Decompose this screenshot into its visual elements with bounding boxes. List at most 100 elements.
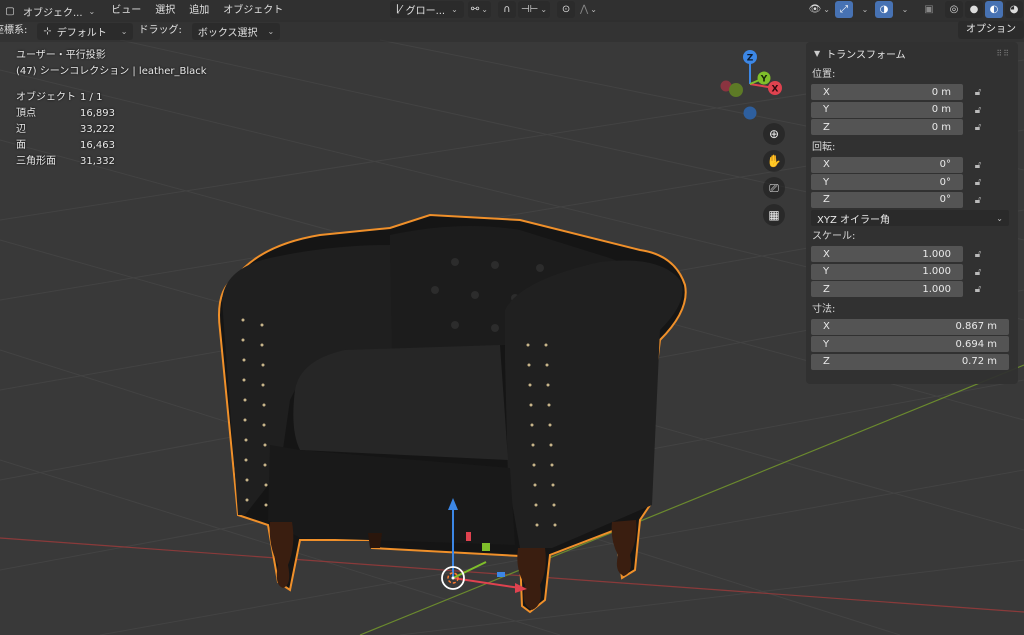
gizmo-toggle-icon[interactable]: ⤢ <box>835 1 853 18</box>
shading-material-icon[interactable]: ◐ <box>985 1 1003 18</box>
dimensions-y-row: Y 0.694 m <box>806 336 1018 354</box>
rotation-x-field[interactable]: X 0° <box>811 156 963 173</box>
gizmo-dropdown[interactable]: ⌄ <box>855 1 873 18</box>
menu-select[interactable]: 選択 <box>148 1 182 21</box>
mode-select[interactable]: オブジェク... ⌄ <box>23 3 101 20</box>
rotation-label: 回転: <box>812 141 836 153</box>
shading-solid-icon[interactable]: ● <box>965 1 983 18</box>
gizmo-y-label: Y <box>760 75 768 85</box>
rotation-y-row: Y 0° 🔓︎ <box>806 174 1018 192</box>
stat-row: 辺 33,222 <box>16 122 207 138</box>
dimensions-x-row: X 0.867 m <box>806 318 1018 337</box>
gizmo-z-label: Z <box>747 54 754 64</box>
field-value: 0° <box>939 194 951 205</box>
stat-row: 頂点 16,893 <box>16 106 207 122</box>
axis-label: Z <box>823 356 830 367</box>
camera-icon[interactable]: ⎚ <box>763 177 785 199</box>
lock-icon[interactable]: 🔓︎ <box>963 195 993 206</box>
stat-row: 面 16,463 <box>16 138 207 154</box>
snap-toggle[interactable]: ∩ <box>497 1 516 18</box>
gizmo-x-label: X <box>772 85 779 95</box>
lock-icon[interactable]: 🔓︎ <box>963 249 993 260</box>
stat-label: 面 <box>16 140 26 151</box>
collapse-triangle-icon[interactable]: ▼ <box>814 49 820 58</box>
dimensions-x-field[interactable]: X 0.867 m <box>811 318 1009 335</box>
location-z-field[interactable]: Z 0 m <box>811 119 963 135</box>
axis-label: X <box>823 248 830 260</box>
coord-system-select[interactable]: ⊹ デフォルト ⌄ <box>37 22 134 40</box>
dimensions-z-field[interactable]: Z 0.72 m <box>811 353 1009 370</box>
menu-object[interactable]: オブジェクト <box>216 1 290 21</box>
options-button[interactable]: オプション <box>958 21 1024 39</box>
pivot-icon: ⊹ <box>43 25 52 37</box>
overlay-dropdown[interactable]: ⌄ <box>895 1 913 18</box>
lock-icon[interactable]: 🔓︎ <box>963 105 993 116</box>
rotation-z-field[interactable]: Z 0° <box>811 191 963 208</box>
scale-x-field[interactable]: X 1.000 <box>811 246 963 262</box>
scale-z-field[interactable]: Z 1.000 <box>811 281 963 297</box>
menu-view[interactable]: ビュー <box>104 1 148 21</box>
panel-header[interactable]: ▼ トランスフォーム ⠿⠿ <box>806 42 1018 64</box>
field-value: 0 m <box>931 86 951 98</box>
xray-toggle-icon[interactable]: ▣ <box>920 1 938 18</box>
stat-value: 31,332 <box>80 156 115 167</box>
axis-label: Y <box>823 266 830 277</box>
axis-label: Y <box>823 104 830 115</box>
scale-y-field[interactable]: Y 1.000 <box>811 263 963 280</box>
tool-settings-bar: 座標系: ⊹ デフォルト⌄ ドラッグ: ボックス選択⌄ <box>0 20 1024 42</box>
grid-ortho-icon[interactable]: ▦ <box>763 204 785 226</box>
proportional-edit-toggle[interactable]: ⊙ <box>557 1 576 18</box>
scale-label: スケール: <box>812 231 856 242</box>
stat-label: 三角形面 <box>16 156 56 167</box>
axis-label: Z <box>823 194 830 205</box>
visibility-eye-icon[interactable]: 👁 ⌄ <box>806 1 833 18</box>
3d-viewport[interactable]: ▢ オブジェク... ⌄ ビュー 選択 追加 オブジェクト ⌊⁄ グロー... ⌄ … <box>0 0 1024 635</box>
location-y-row: Y 0 m 🔓︎ <box>806 101 1018 120</box>
rotation-x-row: X 0° 🔓︎ <box>806 156 1018 175</box>
field-value: 0 m <box>931 104 951 115</box>
collection-name: (47) シーンコレクション | leather_Black <box>16 66 207 77</box>
lock-icon[interactable]: 🔓︎ <box>963 177 993 188</box>
field-value: 0.72 m <box>961 356 997 367</box>
pivot-point-button[interactable]: ⚯ ⌄ <box>467 1 491 18</box>
lock-icon[interactable]: 🔓︎ <box>963 87 993 98</box>
hand-pan-icon[interactable]: ✋ <box>763 150 785 172</box>
sidebar-transform-panel: ▼ トランスフォーム ⠿⠿ 位置: X 0 m 🔓︎ Y 0 m 🔓︎ Z 0 m 🔓… <box>806 42 1018 384</box>
scale-y-row: Y 1.000 🔓︎ <box>806 263 1018 282</box>
stat-label: 頂点 <box>16 108 36 119</box>
lock-icon[interactable]: 🔓︎ <box>963 122 993 133</box>
field-value: 0° <box>939 159 951 170</box>
mode-label: オブジェク... <box>23 7 83 19</box>
menu-add[interactable]: 追加 <box>182 1 216 21</box>
navigation-gizmo[interactable]: Z Y X <box>710 44 790 124</box>
drag-grip-icon[interactable]: ⠿⠿ <box>996 49 1010 58</box>
orientation-label: グロー... <box>405 6 446 17</box>
location-x-field[interactable]: X 0 m <box>811 84 963 100</box>
snap-target-button[interactable]: ⊣⊢ ⌄ <box>517 1 551 18</box>
falloff-icon[interactable]: ⋀ ⌄ <box>577 1 600 18</box>
lock-icon[interactable]: 🔓︎ <box>963 160 993 171</box>
header-right-tools: 👁 ⌄ ⤢ ⌄ ◑ ⌄ ▣ ◎ ● ◐ ◕ <box>805 1 1024 18</box>
dimensions-label: 寸法: <box>812 303 836 315</box>
dimensions-y-field[interactable]: Y 0.694 m <box>811 336 1009 352</box>
transform-orientation-select[interactable]: ⌊⁄ グロー... ⌄ <box>390 1 464 18</box>
drag-value: ボックス選択 <box>197 27 258 39</box>
overlay-toggle-icon[interactable]: ◑ <box>875 1 893 18</box>
rotation-mode-value: XYZ オイラー角 <box>817 214 890 226</box>
drag-select[interactable]: ボックス選択 ⌄ <box>191 22 281 40</box>
editor-type-icon[interactable]: ▢ <box>1 3 19 20</box>
lock-icon[interactable]: 🔓︎ <box>963 267 993 278</box>
location-z-row: Z 0 m 🔓︎ <box>806 119 1018 137</box>
shading-rendered-icon[interactable]: ◕ <box>1005 1 1023 18</box>
scale-z-row: Z 1.000 🔓︎ <box>806 281 1018 299</box>
shading-wireframe-icon[interactable]: ◎ <box>945 1 963 18</box>
axis-label: Z <box>823 283 830 295</box>
axis-label: X <box>823 86 830 98</box>
viewport-header: ▢ オブジェク... ⌄ ビュー 選択 追加 オブジェクト ⌊⁄ グロー... ⌄ … <box>0 0 1024 22</box>
axis-label: X <box>823 159 830 170</box>
rotation-y-field[interactable]: Y 0° <box>811 174 963 190</box>
location-y-field[interactable]: Y 0 m <box>811 101 963 118</box>
lock-icon[interactable]: 🔓︎ <box>963 284 993 295</box>
rotation-mode-select[interactable]: XYZ オイラー角 ⌄ <box>811 210 1009 226</box>
zoom-icon[interactable]: ⊕ <box>763 123 785 145</box>
